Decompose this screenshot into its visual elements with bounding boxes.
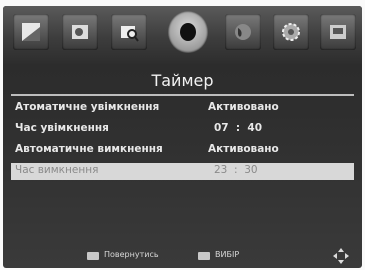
footer-hints: Повернутись ВИБІР: [3, 244, 362, 268]
image-icon[interactable]: [62, 14, 98, 50]
globe-icon[interactable]: [225, 14, 261, 50]
system-icon[interactable]: [320, 14, 356, 50]
tv-menu-screen: Таймер Атоматичне увімкнення Активовано …: [3, 6, 362, 268]
row-auto-on[interactable]: Атоматичне увімкнення Активовано: [11, 100, 354, 117]
row-value: Активовано: [208, 101, 279, 113]
row-value: 07 : 40: [214, 122, 263, 134]
menu-icon-bar: [3, 6, 362, 64]
row-label: Атоматичне увімкнення: [15, 101, 160, 113]
row-value: 23 : 30: [214, 164, 258, 176]
row-off-time-selected[interactable]: Час вимкнення 23 : 30: [11, 163, 354, 180]
directional-pad-icon: [333, 248, 349, 264]
ok-hint: ВИБІР: [215, 250, 240, 259]
ok-key-icon: [198, 252, 210, 260]
search-channel-icon[interactable]: [111, 14, 147, 50]
row-auto-off[interactable]: Автоматичне вимкнення Активовано: [11, 142, 354, 159]
row-on-time[interactable]: Час увімкнення 07 : 40: [11, 121, 354, 138]
picture-icon[interactable]: [13, 14, 49, 50]
page-title: Таймер: [151, 71, 214, 90]
timer-icon[interactable]: [168, 11, 208, 53]
row-value: Активовано: [208, 143, 279, 155]
back-key-icon: [87, 252, 99, 260]
row-label: Час вимкнення: [15, 164, 99, 176]
row-label: Автоматичне вимкнення: [15, 143, 163, 155]
row-label: Час увімкнення: [15, 122, 109, 134]
settings-gear-icon[interactable]: [273, 14, 309, 50]
title-divider: [11, 94, 354, 96]
back-hint: Повернутись: [104, 250, 159, 259]
